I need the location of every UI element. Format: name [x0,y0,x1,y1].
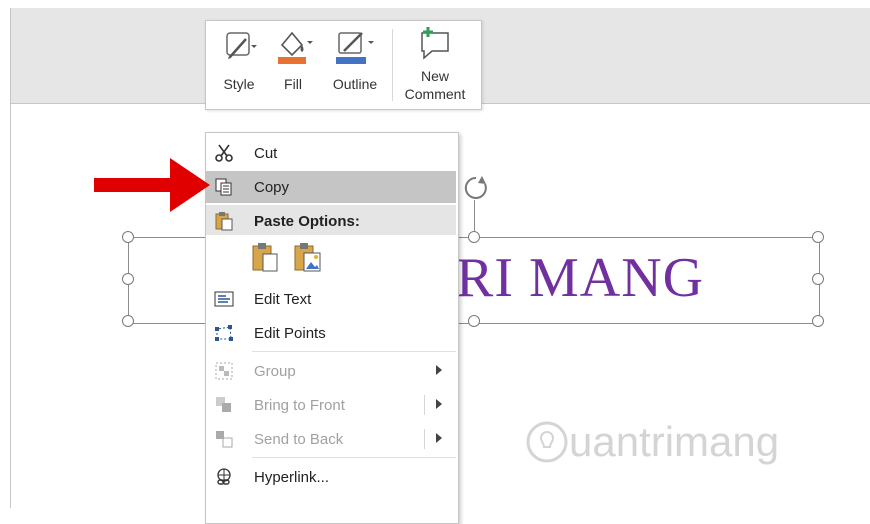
menu-item-copy[interactable]: Copy [206,171,456,203]
resize-handle-top-left[interactable] [122,231,134,243]
edit-points-icon [215,325,233,341]
menu-item-label: Send to Back [254,431,344,448]
paste-keep-source-icon[interactable] [250,241,282,273]
resize-handle-left[interactable] [122,273,134,285]
slide-edge [10,103,11,508]
submenu-separator [424,429,425,449]
menu-header-paste-options: Paste Options: [206,205,456,235]
menu-item-label: Group [254,363,296,380]
watermark-text: uantrimang [569,418,780,465]
style-button[interactable]: Style [214,21,264,109]
bring-front-icon [216,397,231,412]
menu-item-edit-text[interactable]: Edit Text [206,283,456,315]
rotate-handle-icon[interactable] [460,172,492,204]
toolbar-separator [392,29,393,101]
menu-item-send-to-back[interactable]: Send to Back [206,423,456,455]
menu-item-cut[interactable]: Cut [206,137,456,169]
submenu-arrow-icon [436,365,442,375]
new-comment-label-line2: Comment [404,86,466,102]
outline-button[interactable]: Outline [324,21,386,109]
paste-icon [215,212,233,231]
shape-style-icon [226,32,257,59]
fill-button[interactable]: Fill [270,21,316,109]
menu-item-edit-points[interactable]: Edit Points [206,317,456,349]
fill-bucket-icon [278,31,313,64]
red-arrow-annotation [94,158,210,212]
submenu-arrow-icon[interactable] [436,433,442,443]
resize-handle-bottom[interactable] [468,315,480,327]
submenu-arrow-icon[interactable] [436,399,442,409]
watermark-logo [526,421,568,463]
submenu-separator [424,395,425,415]
mini-toolbar: Style Fill Outline New Comment [205,20,482,110]
menu-item-hyperlink[interactable]: Hyperlink... [206,461,456,493]
outline-label: Outline [332,76,378,92]
style-label: Style [223,76,255,92]
menu-item-label: Cut [254,145,278,162]
group-icon [215,362,233,380]
outline-pen-icon [336,32,374,64]
edit-text-icon [214,291,234,307]
menu-item-label: Paste Options: [254,213,360,230]
paste-picture-icon[interactable] [292,241,324,273]
watermark: uantrimang [525,418,779,466]
menu-item-bring-to-front[interactable]: Bring to Front [206,389,456,421]
fill-label: Fill [284,76,302,92]
resize-handle-bottom-right[interactable] [812,315,824,327]
resize-handle-bottom-left[interactable] [122,315,134,327]
menu-item-label: Bring to Front [254,397,345,414]
scissors-icon [215,144,233,162]
menu-separator [252,457,456,458]
menu-separator [252,351,456,352]
menu-item-group[interactable]: Group [206,355,456,387]
new-comment-label-line1: New [420,68,449,84]
resize-handle-top-right[interactable] [812,231,824,243]
menu-item-label: Edit Points [254,325,326,342]
send-back-icon [216,431,233,448]
copy-icon [215,178,232,196]
hyperlink-icon [217,468,231,485]
resize-handle-top[interactable] [468,231,480,243]
new-comment-button[interactable]: New Comment [396,21,474,109]
menu-item-label: Edit Text [254,291,312,308]
resize-handle-right[interactable] [812,273,824,285]
context-menu: Cut Copy Paste Options: Edit Text Edit P… [205,132,459,524]
new-comment-icon [421,27,449,60]
menu-item-label: Copy [254,179,290,196]
menu-item-label: Hyperlink... [254,469,330,486]
shape-text: RI MANG [456,247,705,309]
